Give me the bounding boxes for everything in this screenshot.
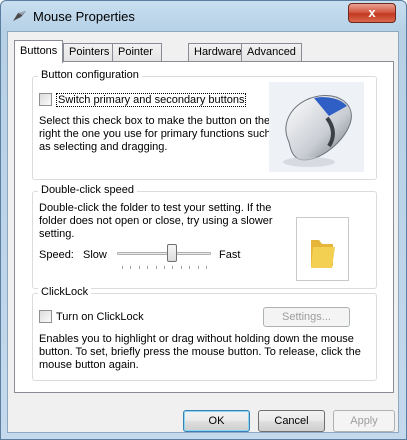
switch-buttons-label[interactable]: Switch primary and secondary buttons — [56, 93, 247, 107]
slider-thumb[interactable] — [167, 244, 177, 262]
close-button[interactable]: x — [348, 3, 396, 23]
clicklock-checkbox-box[interactable] — [39, 310, 52, 323]
mouse-pointer-icon — [13, 11, 26, 21]
slider-tick — [181, 266, 182, 269]
tab-hardware-label: Hardware — [194, 46, 242, 58]
tab-buttons-label: Buttons — [20, 45, 58, 57]
slider-tick — [122, 266, 123, 269]
clicklock-label[interactable]: Turn on ClickLock — [56, 311, 144, 323]
button-config-desc-line-2: right the one you use for primary functi… — [39, 128, 271, 140]
button-configuration-description: Select this check box to make the button… — [39, 115, 271, 154]
title-bar[interactable]: Mouse Properties x — [1, 1, 406, 31]
switch-buttons-checkbox-box[interactable] — [39, 93, 52, 106]
close-icon: x — [368, 5, 376, 20]
slider-tick — [139, 266, 140, 269]
slider-tick — [172, 266, 173, 269]
slider-tick — [198, 266, 199, 269]
speed-label: Speed: — [39, 249, 74, 261]
tab-buttons[interactable]: Buttons — [14, 40, 64, 63]
button-configuration-title: Button configuration — [38, 69, 142, 81]
double-click-description: Double-click the folder to test your set… — [39, 202, 273, 241]
clicklock-title: ClickLock — [38, 286, 92, 298]
window-title: Mouse Properties — [33, 9, 135, 24]
slider-tick — [147, 266, 148, 269]
double-click-speed-title: Double-click speed — [38, 184, 137, 196]
double-click-desc-line-3: setting. — [39, 228, 75, 240]
clicklock-settings-button[interactable]: Settings... — [263, 307, 350, 327]
cancel-button[interactable]: Cancel — [258, 410, 325, 432]
slider-tick — [206, 266, 207, 269]
switch-buttons-checkbox[interactable]: Switch primary and secondary buttons — [39, 93, 247, 107]
clicklock-desc-line-2: button. To set, briefly press the mouse … — [39, 346, 361, 358]
button-configuration-group: Button configuration Switch primary and … — [32, 69, 377, 180]
double-click-desc-line-2: folder does not open or close, try using… — [39, 215, 273, 227]
tab-hardware[interactable]: Hardware — [188, 43, 248, 62]
tab-advanced[interactable]: Advanced — [241, 43, 302, 62]
fast-label: Fast — [219, 249, 241, 261]
double-click-desc-line-1: Double-click the folder to test your set… — [39, 202, 272, 214]
slider-tick — [156, 266, 157, 269]
ok-label: OK — [208, 415, 225, 427]
tab-pointers-label: Pointers — [69, 46, 110, 58]
clicklock-group: ClickLock Turn on ClickLock Settings... … — [32, 286, 377, 381]
button-config-desc-line-1: Select this check box to make the button… — [39, 115, 271, 127]
tab-pointers[interactable]: Pointers — [63, 43, 116, 62]
mouse-illustration — [269, 82, 364, 172]
clicklock-description: Enables you to highlight or drag without… — [39, 333, 361, 372]
tab-pointer-options[interactable]: Pointer Options — [112, 43, 162, 75]
clicklock-settings-label: Settings... — [282, 311, 331, 323]
slider-tick — [189, 266, 190, 269]
clicklock-checkbox[interactable]: Turn on ClickLock — [39, 310, 144, 323]
cancel-label: Cancel — [274, 415, 309, 427]
ok-button[interactable]: OK — [183, 410, 250, 432]
slider-tick — [164, 266, 165, 269]
slider-track[interactable] — [117, 252, 211, 255]
slow-label: Slow — [83, 249, 107, 261]
double-click-speed-group: Double-click speed Double-click the fold… — [32, 184, 377, 289]
mouse-icon — [283, 95, 352, 167]
clicklock-desc-line-3: mouse button again. — [39, 359, 139, 371]
apply-label: Apply — [350, 415, 378, 427]
clicklock-desc-line-1: Enables you to highlight or drag without… — [39, 333, 354, 345]
button-config-desc-line-3: as selecting and dragging. — [39, 141, 168, 153]
slider-tick — [130, 266, 131, 269]
test-folder-area[interactable] — [296, 217, 349, 281]
tab-advanced-label: Advanced — [247, 46, 296, 58]
folder-icon[interactable] — [297, 218, 348, 280]
apply-button[interactable]: Apply — [333, 410, 395, 432]
double-click-speed-slider[interactable] — [117, 244, 211, 274]
buttons-tab-panel: Button configuration Switch primary and … — [14, 61, 394, 393]
